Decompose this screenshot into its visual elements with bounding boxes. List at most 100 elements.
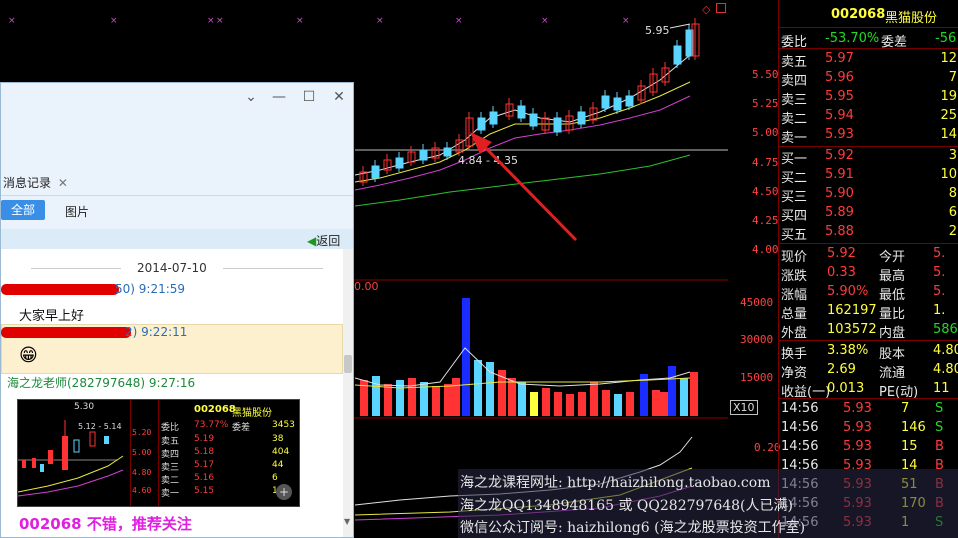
filter-picture-button[interactable]: 图片 <box>65 203 89 220</box>
stock-code: 002068 <box>831 7 886 22</box>
stat-value: 162197 <box>827 303 877 318</box>
price-tick: 4.75 <box>752 156 779 169</box>
quote-row: 外盘 103572 内盘 586 <box>779 321 958 341</box>
volume-bar <box>508 378 516 416</box>
candle <box>613 97 622 111</box>
volume-bar <box>530 392 538 416</box>
candle <box>477 117 486 131</box>
stat-label: 最高 <box>879 269 906 284</box>
volume-bar <box>578 392 586 416</box>
redacted-sender <box>1 284 119 295</box>
tick-side: S <box>935 401 944 416</box>
message-text: 大家早上好 <box>19 309 85 324</box>
minimize-icon[interactable]: — <box>271 89 287 105</box>
redacted-sender <box>1 327 131 338</box>
bid-label: 买五 <box>781 228 808 243</box>
candle <box>517 105 526 119</box>
stat-value: 11 <box>933 381 950 396</box>
stat-value: 5. <box>933 246 946 261</box>
volume-bar <box>614 394 622 416</box>
back-button[interactable]: ◀返回 <box>307 232 340 249</box>
diamond-icon[interactable]: ◇ <box>702 3 710 16</box>
indicator-tick: 0.20 <box>754 441 781 454</box>
thumb-ask-price: 5.18 <box>194 447 215 457</box>
thumb-ask-price: 5.16 <box>194 473 215 483</box>
back-label: 返回 <box>316 234 341 248</box>
watermark-line: 微信公众订阅号: haizhilong6 (海之龙股票投资工作室) <box>460 520 806 536</box>
volume-unit-label: X10 <box>730 400 758 415</box>
svg-text:×: × <box>622 16 630 26</box>
filter-all-button[interactable]: 全部 <box>1 200 45 220</box>
close-icon[interactable]: ✕ <box>331 89 347 105</box>
volume-bar <box>432 386 440 416</box>
volume-bar <box>626 392 634 416</box>
high-price-label: 5.95 <box>645 24 670 37</box>
bid-volume: 2 <box>948 224 957 239</box>
chat-scrollbar[interactable] <box>343 249 353 537</box>
volume-bar <box>542 388 550 416</box>
stat-value: 5. <box>933 284 946 299</box>
tab-close-icon[interactable]: ✕ <box>58 176 68 190</box>
bid-label: 买一 <box>781 152 808 167</box>
scrollbar-thumb[interactable] <box>344 355 352 373</box>
candle <box>419 149 428 161</box>
quote-row: 卖二 5.94 25 <box>779 107 958 127</box>
volume-bar <box>680 378 688 416</box>
stat-label: 涨幅 <box>781 288 808 303</box>
tab-message-history[interactable]: 消息记录 ✕ <box>3 174 68 191</box>
date-divider: 2014-07-10 <box>137 261 207 275</box>
recommend-message: 002068 不错，推荐关注 <box>19 515 192 533</box>
volume-bar <box>474 360 482 416</box>
stat-label: 最低 <box>879 288 906 303</box>
thumb-weicha-value: 3453 <box>272 420 295 430</box>
maximize-icon[interactable]: ☐ <box>301 89 317 105</box>
volume-bar <box>486 362 494 416</box>
watermark-line: 海之龙课程网址: http://haizhilong.taobao.com <box>460 475 771 491</box>
square-icon[interactable] <box>716 3 726 13</box>
scroll-down-icon[interactable]: ▼ <box>344 517 350 526</box>
volume-bar <box>554 392 562 416</box>
ask-price: 5.95 <box>825 89 854 104</box>
svg-text:×: × <box>296 16 304 26</box>
ask-volume: 12 <box>940 51 957 66</box>
stat-value: 5. <box>933 265 946 280</box>
volume-bar <box>590 382 598 416</box>
quote-row: 现价 5.92 今开 5. <box>779 245 958 265</box>
message-sender-time: 50) 9:21:59 <box>115 282 186 296</box>
tick-price: 5.93 <box>843 420 872 435</box>
ask-label: 卖五 <box>781 55 808 70</box>
thumb-ask-price: 5.15 <box>194 486 215 496</box>
chat-window[interactable]: ⌄ — ☐ ✕ 消息记录 ✕ 全部 图片 ◀返回 2014-07-10 50) … <box>0 82 354 538</box>
quote-row: 买四 5.89 6 <box>779 204 958 224</box>
volume-bar <box>384 384 392 416</box>
stat-value: 3.38% <box>827 343 869 358</box>
thumb-axis-tick: 4.80 <box>132 468 152 477</box>
thumb-axis-tick: 4.60 <box>132 486 152 495</box>
ask-label: 卖一 <box>781 131 808 146</box>
thumb-high-label: 5.30 <box>74 402 95 412</box>
bid-volume: 6 <box>948 205 957 220</box>
tick-volume: 7 <box>901 401 910 416</box>
bid-volume: 3 <box>948 148 957 163</box>
price-tick: 4.50 <box>752 185 779 198</box>
zoom-plus-icon[interactable]: + <box>276 484 292 500</box>
quote-row: 14:56 5.93 146 S <box>779 419 958 438</box>
minimize-chevron-icon[interactable]: ⌄ <box>243 89 259 105</box>
quote-panel: 002068 黑猫股份 委比 -53.70% 委差 -56 卖五 5.97 12 卖四… <box>778 0 958 538</box>
ask-label: 卖二 <box>781 112 808 127</box>
stat-value: 103572 <box>827 322 877 337</box>
thumb-stock-code: 002068 <box>194 404 236 415</box>
watermark-line: 海之龙QQ1348948165 或 QQ282797648(人已满) <box>460 498 793 514</box>
thumb-weicha-label: 委差 <box>232 423 251 433</box>
candle <box>371 165 380 179</box>
svg-text:×: × <box>216 16 224 26</box>
stat-label: 净资 <box>781 366 808 381</box>
thumb-ask-vol: 6 <box>272 473 278 483</box>
thumb-axis-tick: 5.00 <box>132 448 152 457</box>
chart-thumbnail-image[interactable]: 5.30 5.12 - 5.14 5.20 5.00 4.80 4.60 002… <box>17 399 300 507</box>
stat-value: 4.80 <box>933 362 958 377</box>
stat-label: 量比 <box>879 307 906 322</box>
stat-label: 流通 <box>879 366 906 381</box>
volume-bar <box>408 378 416 416</box>
tick-price: 5.93 <box>843 439 872 454</box>
